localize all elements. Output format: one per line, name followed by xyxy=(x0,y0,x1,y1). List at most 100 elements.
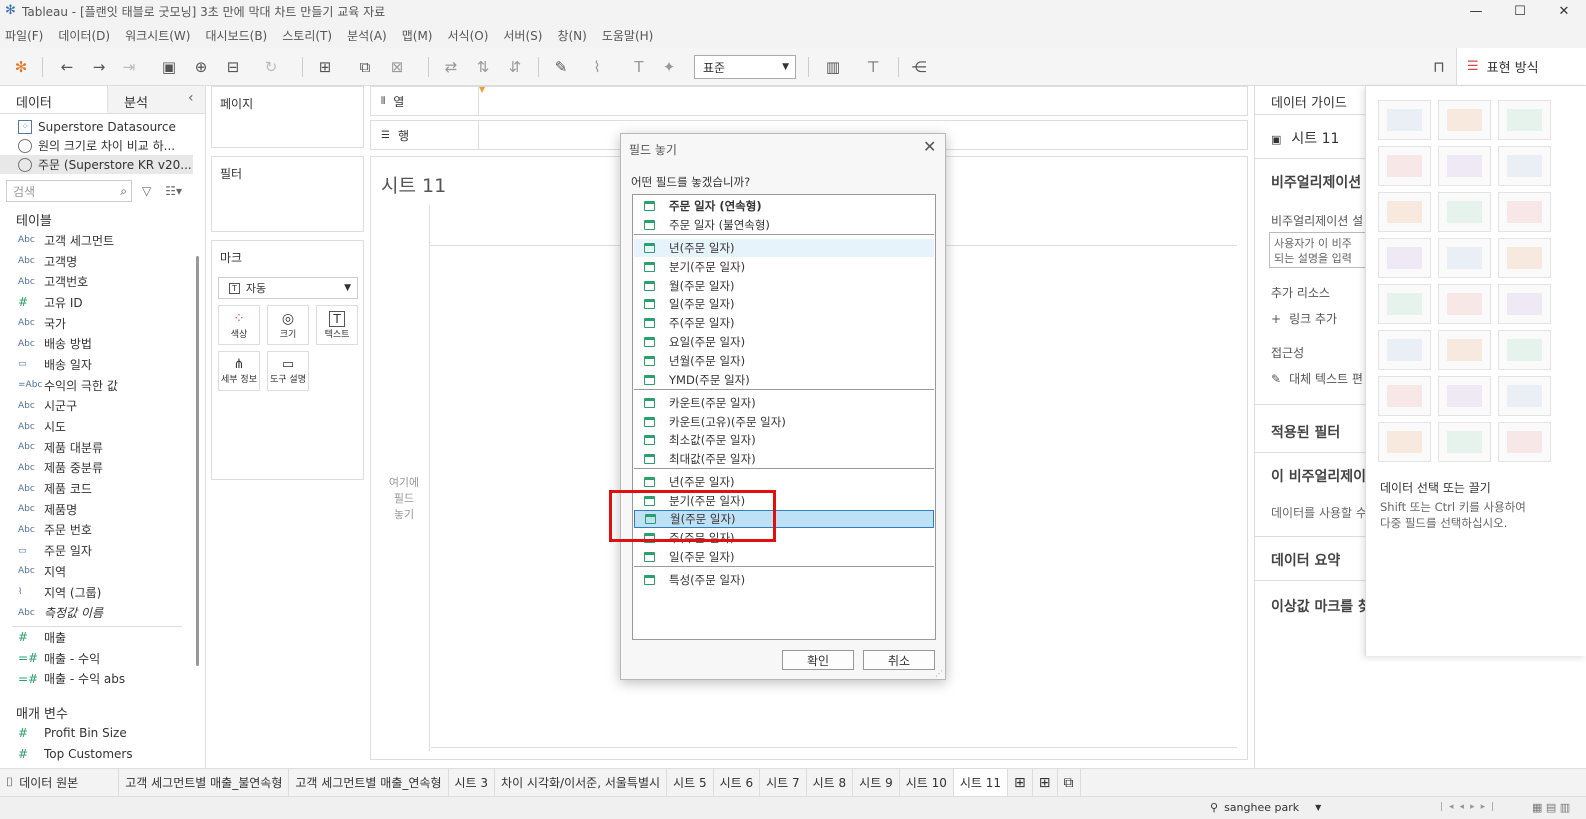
dual-combination-icon[interactable] xyxy=(1498,330,1551,370)
menu-story[interactable]: 스토리(T) xyxy=(282,27,332,44)
sheet-tab[interactable]: 고객 세그먼트별 매출_연속형 xyxy=(289,768,449,797)
text-table-icon[interactable] xyxy=(1378,100,1431,140)
symbol-map-icon[interactable] xyxy=(1378,146,1431,186)
field-option[interactable]: 분기(주문 일자) xyxy=(634,258,934,276)
field-item[interactable]: =# 매출 - 수익 abs xyxy=(0,668,205,689)
field-option[interactable]: 주문 일자 (불연속형) xyxy=(634,216,934,234)
field-option[interactable]: 월(주문 일자) xyxy=(634,277,934,295)
side-by-side-circle-icon[interactable] xyxy=(1498,238,1551,278)
collapse-pane-icon[interactable]: ‹ xyxy=(188,90,194,106)
detail-button[interactable]: ⋔ 세부 정보 xyxy=(218,351,260,391)
datasource-item[interactable]: 원의 크기로 차이 비교 하... xyxy=(0,136,205,155)
field-item[interactable]: Abc 국가 xyxy=(0,313,205,334)
sheet-tab[interactable]: 시트 5 xyxy=(667,768,714,797)
ok-button[interactable]: 확인 xyxy=(782,650,854,670)
field-option[interactable]: 년(주문 일자) xyxy=(634,473,934,491)
tab-data[interactable]: 데이터 xyxy=(0,86,108,113)
show-cards-icon[interactable]: ▥ xyxy=(822,56,844,78)
new-worksheet-icon[interactable]: ⊞ xyxy=(314,56,336,78)
undo-icon[interactable]: ← xyxy=(56,56,78,78)
menu-format[interactable]: 서식(O) xyxy=(448,27,489,44)
sheet-tab[interactable]: 시트 10 xyxy=(900,768,954,797)
line-discrete-icon[interactable] xyxy=(1438,284,1491,324)
field-item[interactable]: Abc 시도 xyxy=(0,416,205,437)
field-option[interactable]: 특성(주문 일자) xyxy=(634,571,934,589)
field-item[interactable]: Abc 제품명 xyxy=(0,499,205,520)
area-discrete-icon[interactable] xyxy=(1438,330,1491,370)
columns-shelf[interactable]: ⫴ 열 ▼ xyxy=(370,85,1248,116)
highlight-icon[interactable]: ✎ xyxy=(550,56,572,78)
field-option[interactable]: 카운트(고유)(주문 일자) xyxy=(634,413,934,431)
field-item[interactable]: Abc 시군구 xyxy=(0,396,205,417)
minimize-button[interactable]: — xyxy=(1454,0,1498,22)
share-icon[interactable]: ⋲ xyxy=(908,56,930,78)
field-item[interactable]: Abc 고객 세그먼트 xyxy=(0,230,205,251)
field-option[interactable]: 주문 일자 (연속형) xyxy=(634,197,934,215)
view-list-icon[interactable]: ☷▾ xyxy=(165,184,182,198)
field-item[interactable]: Abc 제품 코드 xyxy=(0,478,205,499)
field-item[interactable]: Abc 배송 방법 xyxy=(0,333,205,354)
field-option[interactable]: 주(주문 일자) xyxy=(634,314,934,332)
sheet-tab[interactable]: 시트 6 xyxy=(714,768,761,797)
add-link-button[interactable]: + 링크 추가 xyxy=(1271,310,1337,327)
filter-icon[interactable]: ▽ xyxy=(142,184,151,198)
sort-desc-icon[interactable]: ⇵ xyxy=(504,56,526,78)
pie-chart-icon[interactable] xyxy=(1498,146,1551,186)
field-item[interactable]: Abc 고객명 xyxy=(0,251,205,272)
filled-map-icon[interactable] xyxy=(1438,146,1491,186)
sheet-navigation[interactable]: |◂◂▸▸| xyxy=(1440,802,1500,812)
cancel-button[interactable]: 취소 xyxy=(863,650,935,670)
text-button[interactable]: T 텍스트 xyxy=(316,305,358,345)
field-item[interactable]: # Profit Bin Size xyxy=(0,723,205,744)
field-item[interactable]: ▭ 주문 일자 xyxy=(0,540,205,561)
circle-view-icon[interactable] xyxy=(1438,238,1491,278)
area-continuous-icon[interactable] xyxy=(1378,330,1431,370)
field-item[interactable]: ▭ 배송 일자 xyxy=(0,354,205,375)
new-datasource-icon[interactable]: ⊕ xyxy=(190,56,212,78)
labels-icon[interactable]: T xyxy=(628,56,650,78)
menu-map[interactable]: 맵(M) xyxy=(402,27,433,44)
stacked-bar-icon[interactable] xyxy=(1438,192,1491,232)
sheet-tab[interactable]: 시트 7 xyxy=(760,768,807,797)
sheet-tab-active[interactable]: 시트 11 xyxy=(953,768,1009,797)
field-option[interactable]: 년월(주문 일자) xyxy=(634,352,934,370)
field-option[interactable]: 최소값(주문 일자) xyxy=(634,431,934,449)
datasource-item[interactable]: ⁘ Superstore Datasource xyxy=(0,117,205,136)
gantt-icon[interactable] xyxy=(1378,422,1431,462)
tableau-start-icon[interactable]: ✻ xyxy=(10,56,32,78)
histogram-icon[interactable] xyxy=(1438,376,1491,416)
highlight-table-icon[interactable] xyxy=(1498,100,1551,140)
field-item[interactable]: # Top Customers xyxy=(0,744,205,765)
field-option[interactable]: 카운트(주문 일자) xyxy=(634,394,934,412)
field-option[interactable]: YMD(주문 일자) xyxy=(634,371,934,389)
field-item[interactable]: # 고유 ID xyxy=(0,292,205,313)
menu-data[interactable]: 데이터(D) xyxy=(58,27,110,44)
side-by-side-bar-icon[interactable] xyxy=(1498,192,1551,232)
field-option[interactable]: 일(주문 일자) xyxy=(634,295,934,313)
field-item[interactable]: =Abc 수익의 극한 값 xyxy=(0,375,205,396)
new-worksheet-icon[interactable]: ⊞ xyxy=(1008,768,1033,797)
field-item[interactable]: Abc 주문 번호 xyxy=(0,520,205,541)
pages-card[interactable]: 페이지 xyxy=(211,86,364,148)
sheet-tab[interactable]: 차이 시각화/이서준, 서울특별시 xyxy=(495,768,668,797)
field-item[interactable]: ⌇ 지역 (그룹) xyxy=(0,582,205,603)
new-story-icon[interactable]: ⧉ xyxy=(1058,768,1081,797)
scatter-plot-icon[interactable] xyxy=(1378,376,1431,416)
resize-grip-icon[interactable]: ⋰ xyxy=(935,669,943,678)
menu-window[interactable]: 창(N) xyxy=(557,27,586,44)
field-option[interactable]: 최대값(주문 일자) xyxy=(634,450,934,468)
mark-type-select[interactable]: T 자동 ▼ xyxy=(218,277,358,299)
menu-file[interactable]: 파일(F) xyxy=(5,27,43,44)
heat-map-icon[interactable] xyxy=(1438,100,1491,140)
swap-icon[interactable]: ⇄ xyxy=(440,56,462,78)
size-button[interactable]: ◎ 크기 xyxy=(267,305,309,345)
sort-asc-icon[interactable]: ⇅ xyxy=(472,56,494,78)
menu-server[interactable]: 서버(S) xyxy=(503,27,542,44)
search-input[interactable]: 검색 ⌕ xyxy=(6,180,132,202)
field-item[interactable]: # 매출 xyxy=(0,627,205,648)
treemap-icon[interactable] xyxy=(1378,238,1431,278)
field-item[interactable]: Abc 제품 중분류 xyxy=(0,458,205,479)
field-item[interactable]: =# 매출 - 수익 xyxy=(0,648,205,669)
maximize-button[interactable]: ☐ xyxy=(1498,0,1542,22)
vis-description-input[interactable]: 사용자가 이 비주 되는 설명을 입력 xyxy=(1269,232,1367,268)
